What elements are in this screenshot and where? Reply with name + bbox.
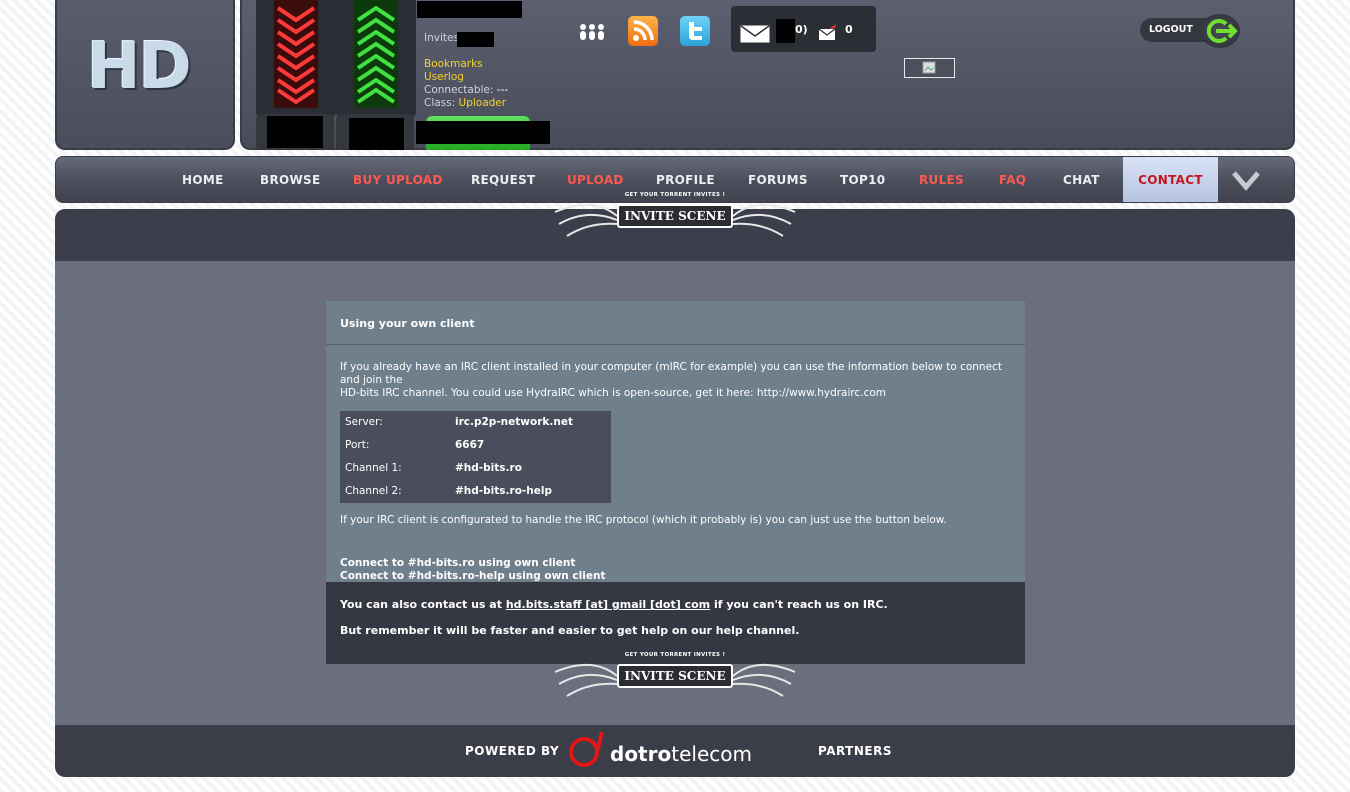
port-label: Port:: [345, 439, 370, 451]
green-chevron-icon: [354, 0, 398, 108]
peers-icon[interactable]: [578, 22, 606, 42]
connectable-value: ---: [496, 84, 509, 96]
contact-post: if you can't reach us on IRC.: [713, 598, 888, 611]
port-value: 6667: [455, 439, 485, 451]
server-value: irc.p2p-network.net: [455, 416, 573, 428]
inbox-count[interactable]: 0): [795, 23, 808, 36]
table-row: Server: irc.p2p-network.net: [340, 411, 611, 434]
powered-by-label: POWERED BY: [465, 744, 560, 758]
channel2-value: #hd-bits.ro-help: [455, 485, 552, 497]
redacted-upload: [349, 118, 404, 150]
irc-info-table: Server: irc.p2p-network.net Port: 6667 C…: [340, 411, 611, 503]
nav-rules[interactable]: RULES: [919, 157, 964, 202]
dotro-brand-rest: telecom: [671, 742, 752, 766]
nav-chat[interactable]: CHAT: [1063, 157, 1100, 202]
server-label: Server:: [345, 416, 383, 428]
nav-home[interactable]: HOME: [182, 157, 224, 202]
contact-pre: You can also contact us at: [340, 598, 502, 611]
banner-title-bottom: INVITE SCENE: [617, 664, 733, 688]
table-row: Channel 2: #hd-bits.ro-help: [340, 480, 611, 503]
inbox-envelope-icon[interactable]: [740, 25, 770, 43]
redacted-inbox: [776, 19, 795, 43]
partners-label[interactable]: PARTNERS: [818, 744, 892, 758]
redacted-download: [267, 116, 323, 148]
nav-faq[interactable]: FAQ: [999, 157, 1026, 202]
table-row: Port: 6667: [340, 434, 611, 457]
channel1-label: Channel 1:: [345, 462, 402, 474]
sent-count[interactable]: 0: [845, 23, 853, 36]
dotro-brand-bold: dotro: [610, 742, 672, 766]
table-row: Channel 1: #hd-bits.ro: [340, 457, 611, 480]
sent-envelope-icon[interactable]: [818, 23, 838, 41]
rss-icon[interactable]: [628, 16, 658, 46]
download-ratio-bar: [256, 0, 336, 118]
banner-title-top: INVITE SCENE: [617, 204, 733, 228]
nav-request[interactable]: REQUEST: [471, 157, 536, 202]
class-label: Class:: [424, 97, 456, 109]
red-chevron-icon: [274, 0, 318, 108]
bookmarks-link[interactable]: Bookmarks: [424, 58, 483, 70]
broken-image-icon: [904, 58, 955, 78]
irc-title: Using your own client: [326, 301, 1025, 345]
invites-label: Invites: [424, 32, 459, 44]
redacted-username: [417, 1, 522, 18]
dotro-logo-icon[interactable]: [564, 732, 606, 768]
userlog-link[interactable]: Userlog: [424, 71, 464, 83]
irc-protocol-note: If your IRC client is configurated to ha…: [340, 514, 947, 526]
channel1-value: #hd-bits.ro: [455, 462, 522, 474]
channel2-label: Channel 2:: [345, 485, 402, 497]
dotro-brand[interactable]: dotrotelecom: [610, 742, 752, 766]
invite-scene-banner-bottom[interactable]: GET YOUR TORRENT INVITES ! INVITE SCENE: [553, 652, 797, 698]
redacted-status: [416, 121, 550, 144]
site-logo-box: HD: [55, 0, 235, 150]
banner-tagline-bottom: GET YOUR TORRENT INVITES !: [624, 652, 726, 658]
invite-scene-banner-top[interactable]: GET YOUR TORRENT INVITES ! INVITE SCENE: [553, 192, 797, 238]
nav-contact[interactable]: CONTACT: [1123, 157, 1218, 202]
messages-box: 0) 0: [731, 6, 876, 52]
irc-intro-line2: HD-bits IRC channel. You could use Hydra…: [340, 387, 887, 399]
nav-buy-upload[interactable]: BUY UPLOAD: [353, 157, 443, 202]
twitter-icon[interactable]: [680, 16, 710, 46]
irc-links: Connect to #hd-bits.ro using own client …: [340, 557, 1011, 583]
upload-ratio-bar: [336, 0, 416, 118]
contact-email-link[interactable]: hd.bits.staff [at] gmail [dot] com: [506, 598, 710, 611]
remember-text: But remember it will be faster and easie…: [340, 624, 800, 637]
redacted-invites: [457, 32, 494, 47]
nav-browse[interactable]: BROWSE: [260, 157, 320, 202]
irc-intro-line1: If you already have an IRC client instal…: [340, 361, 1002, 386]
banner-tagline-top: GET YOUR TORRENT INVITES !: [624, 192, 726, 198]
irc-body: If you already have an IRC client instal…: [326, 345, 1025, 582]
connectable-label: Connectable:: [424, 84, 494, 96]
site-logo[interactable]: HD: [87, 30, 192, 104]
logout-icon: [1200, 14, 1240, 48]
class-value: Uploader: [458, 97, 507, 109]
nav-top10[interactable]: TOP10: [840, 157, 885, 202]
connect-channel1-link[interactable]: Connect to #hd-bits.ro using own client: [340, 557, 1011, 570]
chevron-down-icon[interactable]: [1230, 167, 1262, 193]
irc-panel: Using your own client If you already hav…: [326, 301, 1025, 664]
logout-button[interactable]: LOGOUT: [1140, 14, 1248, 48]
